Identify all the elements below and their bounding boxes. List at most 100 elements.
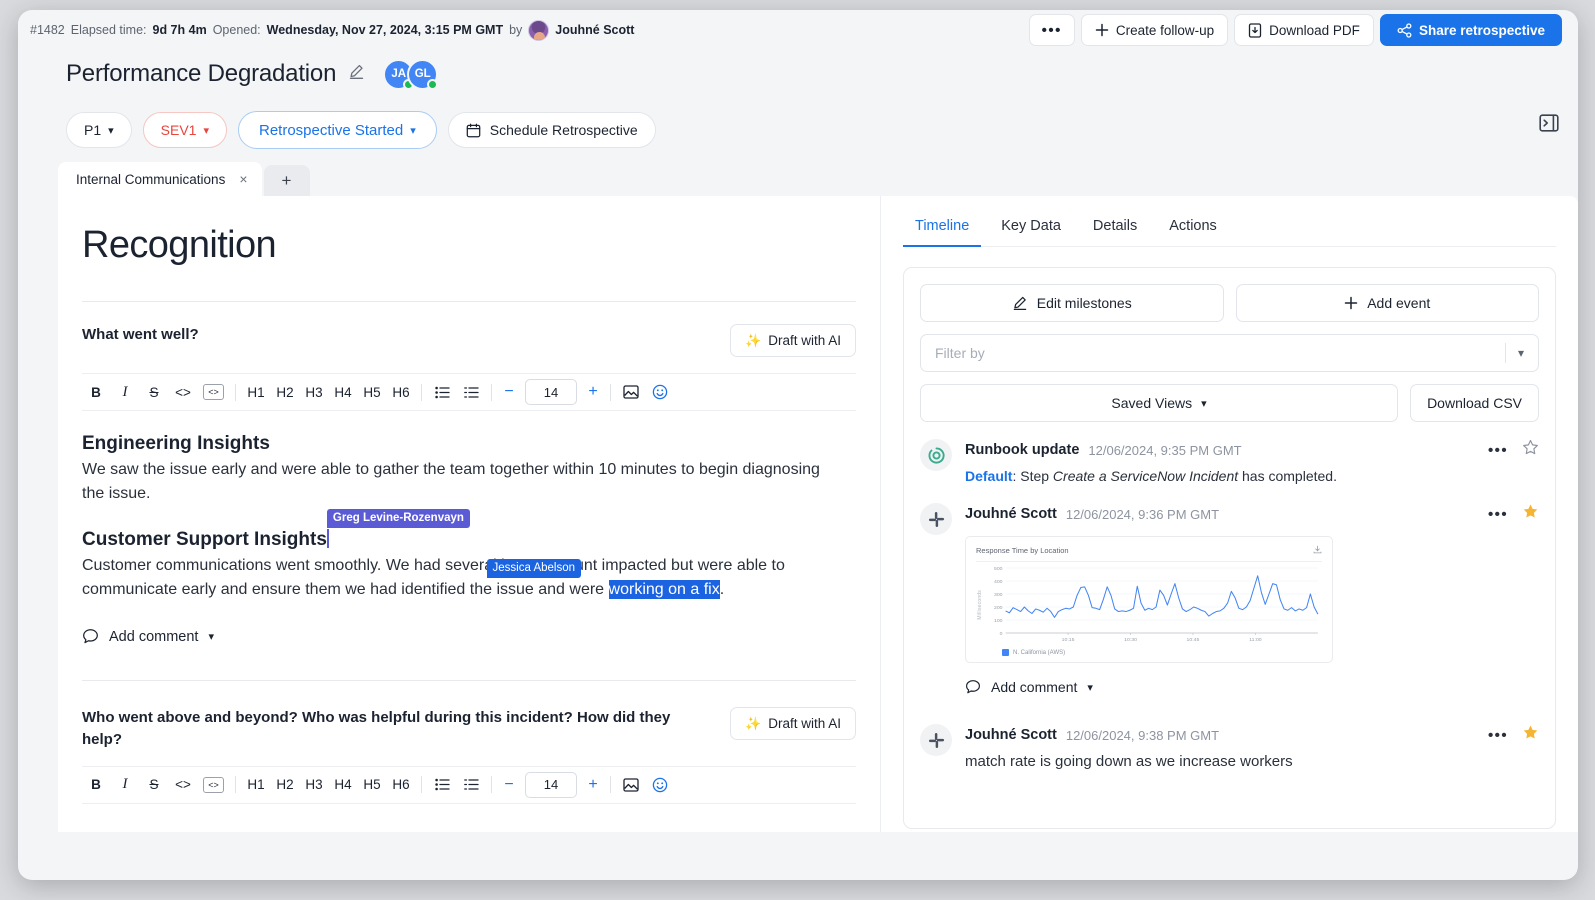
event-more-options-icon[interactable]: ••• — [1488, 506, 1508, 523]
runbook-icon — [920, 439, 952, 471]
heading-4-button[interactable]: H4 — [329, 771, 357, 799]
bulleted-list-button[interactable] — [428, 378, 456, 406]
italic-button[interactable]: I — [111, 771, 139, 799]
document-tab-strip: Internal Communications × + — [18, 162, 1578, 196]
timeline-action-row: Edit milestones Add event — [920, 284, 1539, 322]
event-timestamp: 12/06/2024, 9:38 PM GMT — [1065, 727, 1220, 743]
draft-with-ai-button[interactable]: ✨ Draft with AI — [730, 324, 856, 357]
heading-1-button[interactable]: H1 — [242, 771, 270, 799]
heading-5-button[interactable]: H5 — [358, 771, 386, 799]
star-filled-icon[interactable] — [1522, 724, 1539, 746]
decrease-font-size-button[interactable]: − — [498, 378, 520, 406]
svg-text:500: 500 — [994, 566, 1003, 572]
insert-image-button[interactable] — [617, 771, 645, 799]
severity-selector[interactable]: SEV1 ▾ — [142, 112, 227, 148]
section-header: What went well? ✨ Draft with AI — [82, 324, 856, 357]
event-more-options-icon[interactable]: ••• — [1488, 442, 1508, 459]
heading-4-button[interactable]: H4 — [329, 378, 357, 406]
add-event-label: Add event — [1367, 295, 1431, 311]
heading-6-button[interactable]: H6 — [387, 378, 415, 406]
tab-timeline[interactable]: Timeline — [903, 210, 982, 247]
font-size-input[interactable]: 14 — [525, 771, 577, 798]
bulleted-list-button[interactable] — [428, 771, 456, 799]
add-event-button[interactable]: Add event — [1235, 284, 1539, 322]
event-text-prefix: Default — [965, 468, 1013, 484]
increase-font-size-button[interactable]: + — [582, 771, 604, 799]
code-block-button[interactable]: <> — [198, 378, 229, 406]
heading-6-button[interactable]: H6 — [387, 771, 415, 799]
heading-3-button[interactable]: H3 — [300, 771, 328, 799]
insert-emoji-button[interactable] — [646, 378, 674, 406]
inline-code-button[interactable]: <> — [169, 378, 197, 406]
chevron-down-icon[interactable]: ▾ — [1087, 681, 1093, 694]
draft-with-ai-label: Draft with AI — [768, 716, 841, 732]
bold-button[interactable]: B — [82, 378, 110, 406]
code-block-button[interactable]: <> — [198, 771, 229, 799]
embedded-chart[interactable]: Response Time by Location Milliseconds 0… — [965, 536, 1333, 664]
section-header: Who went above and beyond? Who was helpf… — [82, 707, 856, 750]
create-followup-button[interactable]: Create follow-up — [1080, 14, 1229, 46]
section-question: Who went above and beyond? Who was helpf… — [82, 709, 671, 748]
numbered-list-button[interactable] — [457, 771, 485, 799]
svg-text:300: 300 — [994, 592, 1003, 598]
tab-actions[interactable]: Actions — [1157, 210, 1229, 247]
body-heading: Customer Support Insights Greg Levine-Roz… — [82, 508, 856, 551]
avatar-initials: JA — [391, 68, 407, 80]
heading-2-button[interactable]: H2 — [271, 771, 299, 799]
avatar[interactable]: GL — [407, 58, 439, 90]
add-tab-button[interactable]: + — [263, 165, 310, 196]
heading-5-button[interactable]: H5 — [358, 378, 386, 406]
chart-y-axis-label: Milliseconds — [977, 590, 983, 621]
insert-image-button[interactable] — [617, 378, 645, 406]
star-outline-icon[interactable] — [1522, 439, 1539, 461]
event-more-options-icon[interactable]: ••• — [1488, 727, 1508, 744]
strikethrough-button[interactable]: S — [140, 378, 168, 406]
tab-details[interactable]: Details — [1081, 210, 1149, 247]
add-comment-button[interactable]: Add comment ▾ — [965, 679, 1093, 695]
priority-selector[interactable]: P1 ▾ — [66, 112, 132, 148]
body-paragraph: We saw the issue early and were able to … — [82, 461, 820, 503]
plus-icon — [1344, 296, 1358, 310]
draft-with-ai-button[interactable]: ✨ Draft with AI — [730, 707, 856, 741]
chevron-down-icon[interactable]: ▾ — [208, 630, 214, 643]
author-avatar — [528, 19, 550, 41]
bold-button[interactable]: B — [82, 771, 110, 799]
filter-placeholder: Filter by — [935, 345, 985, 361]
plus-icon — [1095, 23, 1109, 37]
svg-text:100: 100 — [994, 618, 1003, 624]
add-comment-button[interactable]: Add comment ▾ — [82, 628, 214, 645]
schedule-retrospective-button[interactable]: Schedule Retrospective — [447, 112, 656, 148]
heading-1-button[interactable]: H1 — [242, 378, 270, 406]
strikethrough-button[interactable]: S — [140, 771, 168, 799]
event-header: Runbook update 12/06/2024, 9:35 PM GMT •… — [965, 439, 1539, 461]
app-window: #1482 Elapsed time: 9d 7h 4m Opened: Wed… — [18, 10, 1578, 880]
decrease-font-size-button[interactable]: − — [498, 771, 520, 799]
star-filled-icon[interactable] — [1522, 503, 1539, 525]
download-pdf-button[interactable]: Download PDF — [1234, 14, 1374, 46]
download-csv-button[interactable]: Download CSV — [1410, 384, 1539, 422]
italic-button[interactable]: I — [111, 378, 139, 406]
tab-key-data[interactable]: Key Data — [989, 210, 1073, 247]
by-label: by — [509, 23, 523, 37]
tab-internal-communications[interactable]: Internal Communications × — [58, 162, 262, 196]
more-options-button[interactable]: ••• — [1028, 14, 1075, 46]
heading-3-button[interactable]: H3 — [300, 378, 328, 406]
close-icon[interactable]: × — [239, 171, 247, 187]
retrospective-status-selector[interactable]: Retrospective Started ▾ — [238, 111, 437, 149]
insert-emoji-button[interactable] — [646, 771, 674, 799]
edit-title-pencil-icon[interactable] — [348, 63, 365, 85]
increase-font-size-button[interactable]: + — [582, 378, 604, 406]
heading-2-button[interactable]: H2 — [271, 378, 299, 406]
inline-code-button[interactable]: <> — [169, 771, 197, 799]
share-retrospective-button[interactable]: Share retrospective — [1379, 14, 1562, 46]
edit-milestones-button[interactable]: Edit milestones — [920, 284, 1224, 322]
font-size-input[interactable]: 14 — [525, 379, 577, 405]
svg-text:200: 200 — [994, 605, 1003, 611]
filter-input[interactable]: Filter by ▾ — [920, 334, 1539, 372]
document-pane: Recognition What went well? ✨ Draft with… — [58, 196, 880, 832]
chart-download-icon[interactable] — [1313, 545, 1322, 556]
collapse-panel-icon[interactable] — [1536, 110, 1562, 136]
saved-views-button[interactable]: Saved Views ▾ — [920, 384, 1399, 422]
chevron-down-icon[interactable]: ▾ — [1506, 346, 1524, 360]
numbered-list-button[interactable] — [457, 378, 485, 406]
